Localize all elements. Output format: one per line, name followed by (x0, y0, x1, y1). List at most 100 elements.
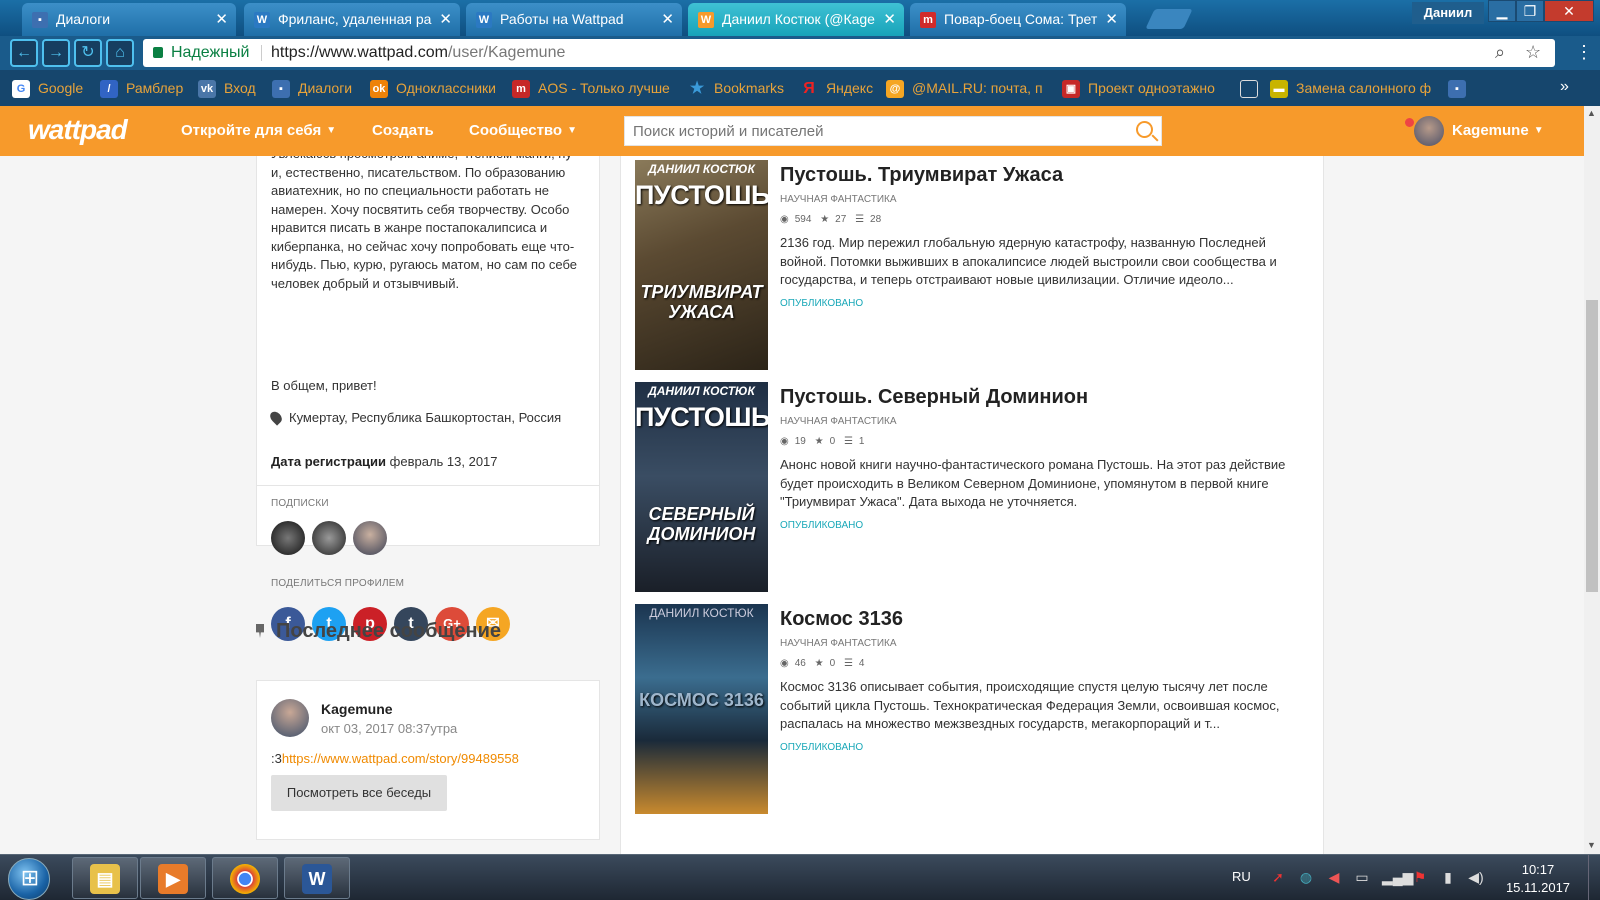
volume-icon[interactable]: ◀) (1468, 869, 1484, 885)
network-globe-icon[interactable]: ◍ (1298, 869, 1314, 885)
story-title[interactable]: Космос 3136 (780, 608, 903, 631)
bookmark-google[interactable]: G Google (12, 70, 83, 106)
wattpad-header: wattpad Откройте для себя ▼ Создать Сообщ… (0, 106, 1584, 156)
star-icon: ★ (814, 436, 824, 447)
reload-button[interactable]: ↻ (74, 39, 102, 67)
message-body: :3https://www.wattpad.com/story/99489558 (271, 751, 519, 766)
avatar[interactable] (1414, 116, 1444, 146)
story-description: Анонс новой книги научно-фантастического… (780, 457, 1286, 509)
bookmark-rambler[interactable]: / Рамблер (100, 70, 183, 106)
bookmark-vk[interactable]: vk Вход (198, 70, 256, 106)
url-text[interactable]: https://www.wattpad.com/user/Kagemune (271, 39, 565, 67)
speaker-muted-icon[interactable]: ◀ (1326, 869, 1342, 885)
story-description: 2136 год. Мир пережил глобальную ядерную… (780, 235, 1277, 287)
close-tab-icon[interactable]: ✕ (215, 3, 228, 36)
story-cover[interactable]: ДАНИИЛ КОСТЮК КОСМОС 3136 (635, 604, 768, 814)
aos-icon: m (512, 80, 530, 99)
bookmarks-bar: G Google / Рамблер vk Вход ▪ Диалоги ok Однок… (0, 70, 1600, 106)
minimize-button[interactable]: ▁ (1488, 0, 1516, 22)
story-item[interactable]: ДАНИИЛ КОСТЮК КОСМОС 3136 Космос 3136 На… (635, 604, 1315, 814)
bookmark-mail[interactable]: @ @MAIL.RU: почта, п (886, 70, 1043, 106)
browser-tab-freelance[interactable]: W Фриланс, удаленная ра ✕ (244, 3, 460, 36)
restore-button[interactable]: ❐ (1516, 0, 1544, 22)
more-bookmarks-icon[interactable]: » (1560, 78, 1569, 96)
nav-create[interactable]: Создать (372, 106, 434, 156)
bookmark-bookmarks[interactable]: ★ Bookmarks (688, 70, 784, 106)
scroll-down-arrow[interactable]: ▼ (1587, 840, 1596, 850)
story-cover[interactable]: ДАНИИЛ КОСТЮК ПУСТОШЬ СЕВЕРНЫЙ ДОМИНИОН (635, 382, 768, 592)
story-title[interactable]: Пустошь. Триумвират Ужаса (780, 164, 1063, 187)
taskbar-media-player[interactable]: ▶ (140, 857, 206, 899)
follower-avatar[interactable] (312, 521, 346, 555)
browser-tab-soma[interactable]: m Повар-боец Сома: Трет ✕ (910, 3, 1126, 36)
user-menu[interactable]: Kagemune ▼ (1452, 106, 1544, 156)
share-label: Поделиться профилем (271, 578, 405, 589)
zoom-icon[interactable]: ⌕ (1495, 42, 1505, 63)
bookmark-dialogs[interactable]: ▪ Диалоги (272, 70, 352, 106)
nav-community[interactable]: Сообщество ▼ (469, 106, 577, 156)
wattpad-logo[interactable]: wattpad (28, 114, 128, 146)
search-input[interactable] (625, 117, 1115, 145)
show-desktop-button[interactable] (1588, 855, 1600, 900)
story-stats: ◉ 594 ★ 27 ☰ 28 (780, 214, 882, 225)
registration-date: Дата регистрации февраль 13, 2017 (271, 454, 498, 469)
language-indicator[interactable]: RU (1232, 869, 1251, 884)
address-bar[interactable]: Надежный https://www.wattpad.com/user/Ka… (143, 39, 1555, 67)
back-button[interactable]: ← (10, 39, 38, 67)
bookmark-chat[interactable]: ▪ (1448, 70, 1474, 106)
taskbar-word[interactable]: W (284, 857, 350, 899)
browser-tab-wattpad-jobs[interactable]: W Работы на Wattpad ✕ (466, 3, 682, 36)
view-all-conversations-button[interactable]: Посмотреть все беседы (271, 775, 447, 811)
w-icon: W (254, 12, 270, 28)
close-tab-icon[interactable]: ✕ (439, 3, 452, 36)
new-tab-button[interactable] (1145, 9, 1193, 29)
story-item[interactable]: ДАНИИЛ КОСТЮК ПУСТОШЬ СЕВЕРНЫЙ ДОМИНИОН … (635, 382, 1315, 592)
display-icon[interactable]: ▭ (1354, 869, 1370, 885)
rocket-icon[interactable]: ➚ (1270, 869, 1286, 885)
taskbar-explorer[interactable]: ▤ (72, 857, 138, 899)
story-title[interactable]: Пустошь. Северный Доминион (780, 386, 1088, 409)
close-tab-icon[interactable]: ✕ (1105, 3, 1118, 36)
start-button[interactable] (8, 858, 51, 900)
message-time: окт 03, 2017 08:37утра (321, 721, 458, 736)
taskbar-chrome[interactable] (212, 857, 278, 899)
rambler-icon: / (100, 80, 118, 99)
forward-button[interactable]: → (42, 39, 70, 67)
bookmark-star-icon[interactable]: ☆ (1525, 42, 1541, 63)
scroll-up-arrow[interactable]: ▲ (1587, 108, 1596, 118)
power-icon[interactable]: ▮ (1440, 869, 1456, 885)
scrollbar-thumb[interactable] (1586, 300, 1598, 592)
bookmark-car[interactable]: ▬ Замена салонного ф (1270, 70, 1431, 106)
action-center-flag-icon[interactable]: ⚑ (1412, 869, 1428, 885)
yandex-icon: Я (803, 80, 815, 98)
nav-discover[interactable]: Откройте для себя ▼ (181, 106, 336, 156)
search-icon[interactable] (1136, 121, 1153, 138)
story-cover[interactable]: ДАНИИЛ КОСТЮК ПУСТОШЬ ТРИУМВИРАТ УЖАСА (635, 160, 768, 370)
bookmark-ok[interactable]: ok Одноклассники (370, 70, 496, 106)
follower-avatar[interactable] (271, 521, 305, 555)
search-box (624, 116, 1162, 146)
story-item[interactable]: ДАНИИЛ КОСТЮК ПУСТОШЬ ТРИУМВИРАТ УЖАСА П… (635, 160, 1315, 370)
w-icon: W (476, 12, 492, 28)
home-button[interactable]: ⌂ (106, 39, 134, 67)
bookmark-aos[interactable]: m AOS - Только лучше (512, 70, 670, 106)
close-tab-icon[interactable]: ✕ (883, 3, 896, 36)
eye-icon: ◉ (780, 658, 789, 669)
bookmark-yandex[interactable]: Я Яндекс (800, 70, 873, 106)
chevron-down-icon: ▼ (1533, 125, 1544, 137)
browser-menu-icon[interactable]: ⋮ (1575, 42, 1593, 63)
tab-title: Даниил Костюк (@Каge (722, 11, 875, 27)
follower-avatar[interactable] (353, 521, 387, 555)
signal-icon[interactable]: ▂▄▆ (1382, 869, 1413, 885)
browser-tab-dialogs[interactable]: ▪ Диалоги ✕ (22, 3, 236, 36)
close-window-button[interactable]: ✕ (1544, 0, 1594, 22)
message-author[interactable]: Kagemune (321, 701, 393, 717)
bookmark-project[interactable]: ▣ Проект одноэтажно (1062, 70, 1215, 106)
close-tab-icon[interactable]: ✕ (661, 3, 674, 36)
message-link[interactable]: https://www.wattpad.com/story/99489558 (282, 751, 519, 766)
browser-tab-profile[interactable]: W Даниил Костюк (@Каge ✕ (688, 3, 904, 36)
avatar[interactable] (271, 699, 309, 737)
system-clock[interactable]: 10:17 15.11.2017 (1500, 861, 1576, 897)
profile-button[interactable]: Даниил (1412, 2, 1484, 24)
bookmark-page[interactable] (1240, 70, 1266, 106)
